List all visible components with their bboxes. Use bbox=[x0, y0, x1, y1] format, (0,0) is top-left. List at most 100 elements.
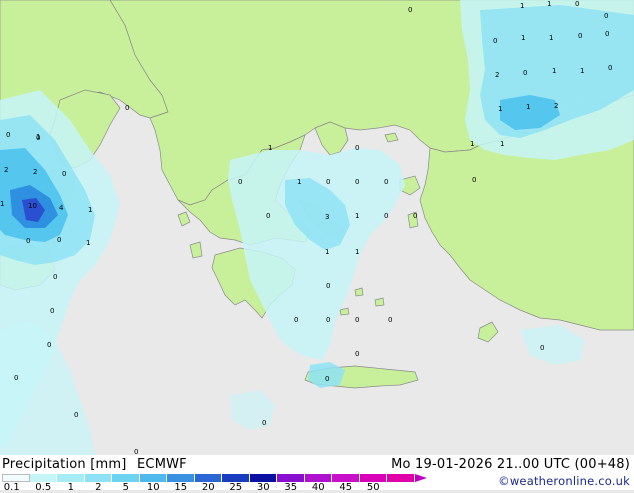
value-label: 0 bbox=[294, 316, 298, 324]
color-scale-arrow bbox=[414, 474, 427, 482]
color-scale-tick-label: 1 bbox=[67, 482, 74, 493]
value-label: 0 bbox=[266, 212, 270, 220]
value-label: 0 bbox=[50, 307, 54, 315]
color-scale-tick-label: 30 bbox=[256, 482, 270, 493]
value-label: 0 bbox=[578, 32, 582, 40]
value-label: 0 bbox=[605, 30, 609, 38]
color-scale-segment bbox=[194, 474, 222, 482]
value-label: 1 bbox=[268, 144, 272, 152]
color-scale-segment bbox=[139, 474, 167, 482]
value-label: 0 bbox=[326, 282, 330, 290]
credit-link[interactable]: ©weatheronline.co.uk bbox=[498, 474, 630, 488]
color-scale-segment bbox=[359, 474, 387, 482]
value-label: 1 bbox=[297, 178, 301, 186]
value-label: 0 bbox=[472, 176, 476, 184]
color-scale-tick-label: 40 bbox=[311, 482, 325, 493]
value-label: 0 bbox=[523, 69, 527, 77]
color-scale-segment bbox=[29, 474, 57, 482]
precipitation-map: 0 1 1 0 0 0 1 0 0 1 0 2 0 1 1 1 1 2 1 1 … bbox=[0, 0, 634, 493]
value-label: 0 bbox=[238, 178, 242, 186]
color-scale-tick-label: 20 bbox=[201, 482, 215, 493]
value-label: 0 bbox=[575, 0, 579, 8]
color-scale-segment bbox=[222, 474, 250, 482]
value-label: 0 bbox=[604, 12, 608, 20]
value-label: 0 bbox=[355, 316, 359, 324]
value-label: 10 bbox=[28, 202, 37, 210]
color-scale-segment bbox=[277, 474, 305, 482]
value-label: 0 bbox=[134, 448, 138, 455]
value-label: 0 bbox=[408, 6, 412, 14]
value-label: 1 bbox=[521, 34, 525, 42]
value-label: 1 bbox=[580, 67, 584, 75]
valid-time-label: Mo 19-01-2026 21..00 UTC (00+48) bbox=[391, 457, 630, 472]
value-label: 0 bbox=[57, 236, 61, 244]
value-label: 0 bbox=[125, 104, 129, 112]
value-label: 0 bbox=[540, 344, 544, 352]
value-label: 1 bbox=[500, 140, 504, 148]
color-scale-tick-label: 25 bbox=[229, 482, 243, 493]
value-label: 0 bbox=[325, 375, 329, 383]
color-scale-tick-label: 45 bbox=[339, 482, 353, 493]
value-label: 0 bbox=[493, 37, 497, 45]
value-label: 2 bbox=[33, 168, 37, 176]
value-label: 0 bbox=[262, 419, 266, 427]
color-scale-tick-label: 0.1 bbox=[3, 482, 20, 493]
value-label: 1 bbox=[526, 103, 530, 111]
value-label: 3 bbox=[325, 213, 329, 221]
color-scale-segment bbox=[332, 474, 360, 482]
value-label: 0 bbox=[6, 131, 10, 139]
value-label: 0 bbox=[26, 237, 30, 245]
color-scale-tick-label: 10 bbox=[146, 482, 160, 493]
value-label: 0 bbox=[47, 341, 51, 349]
value-label: 1 bbox=[549, 34, 553, 42]
value-label: 0 bbox=[326, 178, 330, 186]
color-scale-tick-label: 50 bbox=[366, 482, 380, 493]
value-label: 0 bbox=[53, 273, 57, 281]
color-scale-segment bbox=[112, 474, 140, 482]
value-label: 2 bbox=[4, 166, 8, 174]
value-label: 1 bbox=[547, 0, 551, 8]
value-label: 0 bbox=[62, 170, 66, 178]
value-label: 1 bbox=[520, 2, 524, 10]
color-scale-segment bbox=[387, 474, 415, 482]
precipitation-label: Precipitation [mm] bbox=[2, 457, 127, 472]
value-label: 0 bbox=[355, 350, 359, 358]
value-label: 0 bbox=[608, 64, 612, 72]
color-scale-segment bbox=[2, 474, 30, 482]
value-label: 1 bbox=[552, 67, 556, 75]
value-label: 1 bbox=[355, 248, 359, 256]
value-label: 0 bbox=[74, 411, 78, 419]
value-label: 2 bbox=[554, 102, 558, 110]
value-label: 0 bbox=[36, 134, 40, 142]
color-scale-segment bbox=[304, 474, 332, 482]
color-scale-tick-label: 2 bbox=[95, 482, 102, 493]
value-label: 1 bbox=[355, 212, 359, 220]
value-label: 1 bbox=[470, 140, 474, 148]
value-label: 0 bbox=[384, 178, 388, 186]
model-label: ECMWF bbox=[137, 457, 187, 472]
color-scale-bar bbox=[2, 474, 427, 482]
value-label: 2 bbox=[495, 71, 499, 79]
color-scale-segment bbox=[84, 474, 112, 482]
value-label: 1 bbox=[88, 206, 92, 214]
value-label: 1 bbox=[86, 239, 90, 247]
value-label: 0 bbox=[355, 178, 359, 186]
value-label: 0 bbox=[326, 316, 330, 324]
color-scale-tick-label: 35 bbox=[284, 482, 298, 493]
value-label: 0 bbox=[384, 212, 388, 220]
value-label: 1 bbox=[0, 200, 4, 208]
color-scale-tick-label: 5 bbox=[122, 482, 129, 493]
color-scale-segment bbox=[57, 474, 85, 482]
color-scale-tick-label: 15 bbox=[174, 482, 188, 493]
value-label: 0 bbox=[413, 212, 417, 220]
map-canvas: 0 1 1 0 0 0 1 0 0 1 0 2 0 1 1 1 1 2 1 1 … bbox=[0, 0, 634, 455]
value-label: 1 bbox=[498, 105, 502, 113]
color-scale-segment bbox=[167, 474, 195, 482]
value-label: 1 bbox=[325, 248, 329, 256]
color-scale-tick-label: 0.5 bbox=[35, 482, 52, 493]
value-label: 0 bbox=[355, 144, 359, 152]
value-label: 4 bbox=[59, 204, 64, 212]
value-label: 0 bbox=[14, 374, 18, 382]
value-label: 0 bbox=[388, 316, 392, 324]
color-scale-segment bbox=[249, 474, 277, 482]
